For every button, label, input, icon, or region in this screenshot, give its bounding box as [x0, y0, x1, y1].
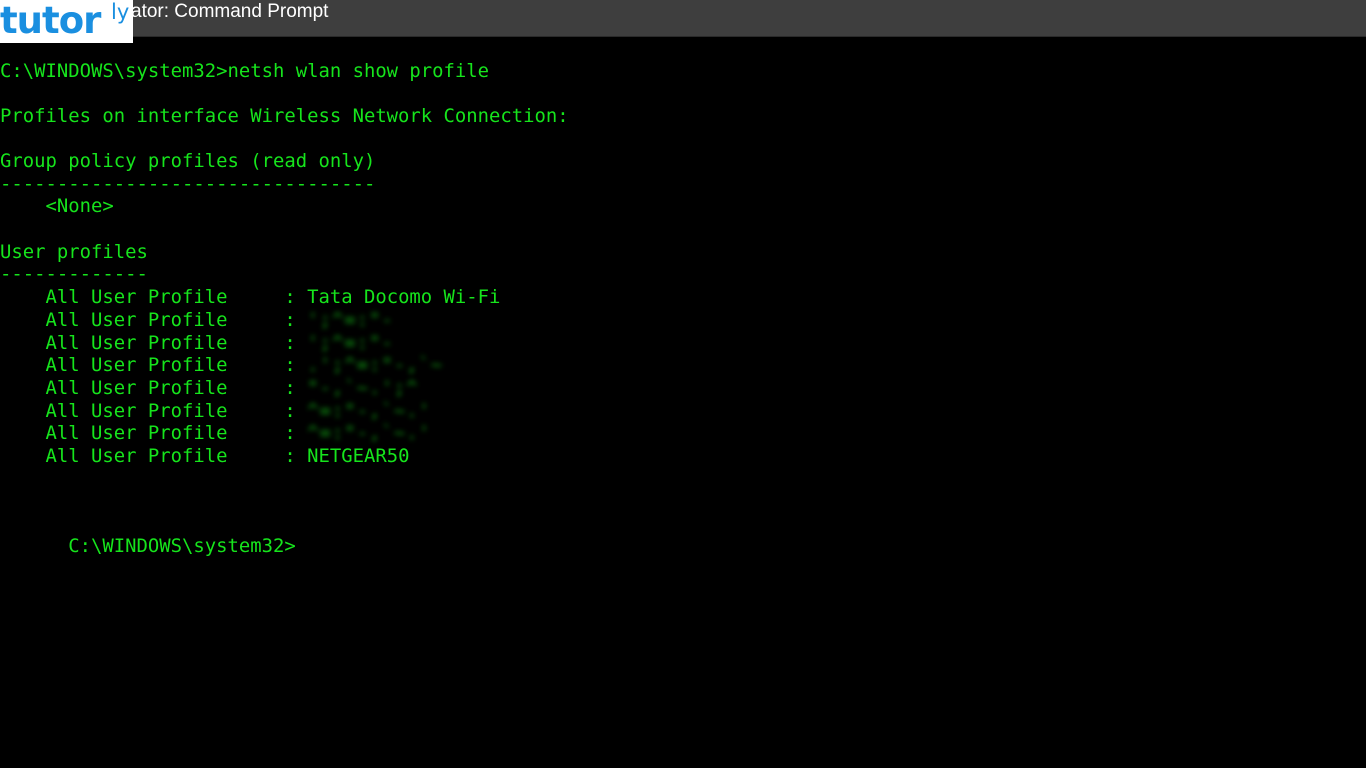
group-policy-rule: --------------------------------- [0, 172, 376, 195]
obscured-profile-name: ^=:"-,`~.' [307, 399, 431, 422]
user-profile-label: All User Profile : [0, 376, 308, 399]
user-profiles-rule: ------------- [0, 263, 148, 286]
user-profile-row: All User Profile : ^=:"-,`~.' [0, 422, 431, 445]
user-profile-row: All User Profile : NETGEAR50 [0, 445, 409, 468]
user-profile-name: NETGEAR50 [307, 445, 410, 467]
user-profile-row: All User Profile : ';^=:"- [0, 309, 394, 332]
user-profile-label: All User Profile : [0, 308, 308, 331]
prompt-text: C:\WINDOWS\system32> [68, 535, 296, 558]
obscured-profile-name: ^=:"-,`~.' [307, 422, 431, 445]
user-profile-label: All User Profile : [0, 354, 308, 377]
user-profile-name: Tata Docomo Wi-Fi [307, 286, 501, 309]
group-policy-value: <None> [0, 195, 114, 218]
user-profile-row: All User Profile : .';^=:"-,`~ [0, 354, 443, 377]
title-bar[interactable]: ator: Command Prompt [0, 0, 1366, 37]
window-title: ator: Command Prompt [131, 1, 329, 22]
user-profile-row: All User Profile : "-,`~.';^ [0, 377, 418, 400]
user-profile-label: All User Profile : [0, 445, 308, 467]
user-profile-row: All User Profile : Tata Docomo Wi-Fi [0, 286, 500, 309]
user-profile-label: All User Profile : [0, 286, 308, 309]
user-profile-label: All User Profile : [0, 399, 308, 422]
obscured-profile-name: ';^=:"- [307, 308, 394, 331]
watermark-superscript: ly [111, 0, 130, 24]
user-profile-row: All User Profile : ';^=:"- [0, 332, 394, 355]
console-output[interactable]: C:\WINDOWS\system32>netsh wlan show prof… [0, 37, 1366, 768]
command-prompt-line[interactable]: C:\WINDOWS\system32> [0, 513, 295, 557]
user-profile-label: All User Profile : [0, 331, 308, 354]
command-line: C:\WINDOWS\system32>netsh wlan show prof… [0, 59, 490, 82]
user-profiles-heading: User profiles [0, 240, 148, 263]
user-profile-row: All User Profile : ^=:"-,`~.' [0, 400, 431, 423]
user-profile-label: All User Profile : [0, 422, 308, 445]
interface-heading: Profiles on interface Wireless Network C… [0, 104, 569, 127]
obscured-profile-name: "-,`~.';^ [307, 376, 419, 399]
obscured-profile-name: .';^=:"-,`~ [307, 354, 444, 377]
command-prompt-window: ator: Command Prompt tutor ly C:\WINDOWS… [0, 0, 1366, 768]
obscured-profile-name: ';^=:"- [307, 331, 394, 354]
group-policy-heading: Group policy profiles (read only) [0, 150, 376, 172]
